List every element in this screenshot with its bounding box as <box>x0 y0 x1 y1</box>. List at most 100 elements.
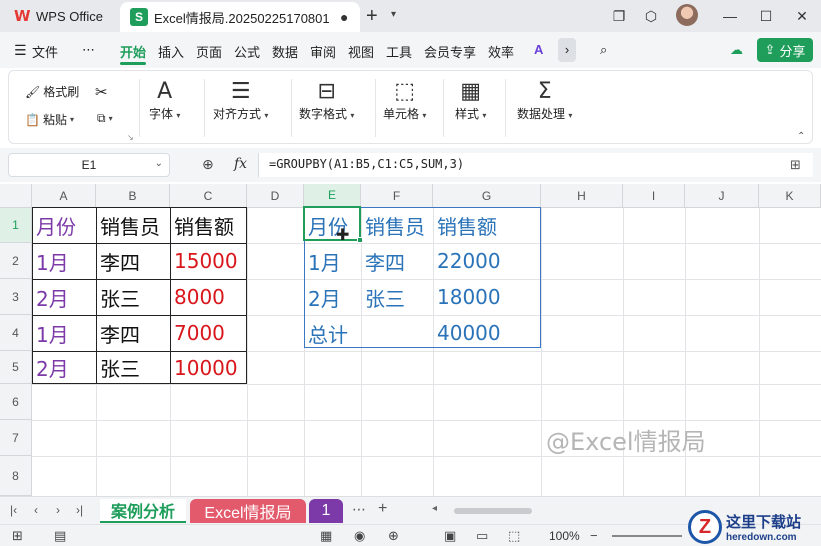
source-cell-amount[interactable]: 10000 <box>171 351 238 384</box>
font-button[interactable]: A 字体 ▾ <box>149 79 180 122</box>
source-cell-seller[interactable]: 李四 <box>97 243 140 279</box>
result-cell-seller[interactable]: 李四 <box>362 243 405 279</box>
number-format-button[interactable]: ⊟ 数字格式 ▾ <box>299 79 354 122</box>
result-cell-seller[interactable]: 张三 <box>362 279 405 315</box>
row-header[interactable]: 4 <box>0 315 32 351</box>
chevron-down-icon[interactable]: ▾ <box>391 9 396 20</box>
worksheet-grid[interactable]: A B C D E F G H I J K 1 2 3 4 5 6 7 8 月份… <box>0 184 821 496</box>
document-tab[interactable]: S Excel情报局.20250225170801 ● <box>120 2 360 32</box>
first-sheet-icon[interactable]: |‹ <box>10 503 17 517</box>
result-cell-amount[interactable]: 18000 <box>434 279 501 315</box>
cloud-sync-icon[interactable]: ☁ <box>730 42 743 58</box>
source-header-month[interactable]: 月份 <box>33 208 76 243</box>
page-layout-icon[interactable]: ▭ <box>476 528 488 544</box>
scroll-left-icon[interactable]: ◂ <box>432 503 437 514</box>
menu-file[interactable]: 文件 <box>32 42 58 61</box>
column-header[interactable]: I <box>623 184 685 208</box>
source-cell-month[interactable]: 2月 <box>33 279 69 315</box>
result-cell-amount[interactable]: 22000 <box>434 243 501 279</box>
menu-view[interactable]: 视图 <box>348 42 374 61</box>
zoom-level[interactable]: 100% <box>549 529 580 543</box>
menu-efficiency[interactable]: 效率 <box>488 42 514 61</box>
result-cell-month[interactable]: 2月 <box>305 279 341 315</box>
normal-view-icon[interactable]: ▣ <box>444 528 456 544</box>
column-header[interactable]: D <box>247 184 304 208</box>
menu-data[interactable]: 数据 <box>272 42 298 61</box>
eye-icon[interactable]: ◉ <box>354 528 365 544</box>
last-sheet-icon[interactable]: ›| <box>76 503 83 517</box>
function-icon[interactable]: fx <box>234 156 247 172</box>
sheet-tab[interactable]: Excel情报局 <box>190 499 306 523</box>
data-process-button[interactable]: Σ 数据处理 ▾ <box>517 79 572 122</box>
column-header[interactable]: B <box>96 184 170 208</box>
search-icon[interactable]: ⌕ <box>600 42 607 58</box>
column-header[interactable]: C <box>170 184 247 208</box>
column-header[interactable]: G <box>433 184 541 208</box>
source-cell-month[interactable]: 1月 <box>33 315 69 351</box>
zoom-slider[interactable] <box>612 535 682 537</box>
source-cell-amount[interactable]: 8000 <box>171 279 225 315</box>
cube-icon[interactable]: ⬡ <box>641 6 661 26</box>
table-icon[interactable]: ▦ <box>320 528 332 544</box>
sheet-tab[interactable]: 1 <box>309 499 343 523</box>
menu-more[interactable]: ⋯ <box>82 42 95 58</box>
menu-page[interactable]: 页面 <box>196 42 222 61</box>
page-break-icon[interactable]: ⬚ <box>508 528 520 544</box>
format-painter-button[interactable]: 🖌 格式刷 <box>25 83 79 100</box>
unsaved-dot-icon[interactable]: ● <box>340 9 348 25</box>
macro-icon[interactable]: ⊞ <box>12 528 23 544</box>
collapse-ribbon-icon[interactable]: ⌃ <box>797 131 805 142</box>
source-cell-amount[interactable]: 7000 <box>171 315 225 351</box>
name-box[interactable]: E1 ⌄ <box>8 153 170 177</box>
source-cell-seller[interactable]: 李四 <box>97 315 140 351</box>
minimize-icon[interactable]: — <box>720 6 740 26</box>
restore-window-icon[interactable]: ❐ <box>609 6 629 26</box>
source-header-seller[interactable]: 销售员 <box>97 208 160 243</box>
zoom-lens-icon[interactable]: ⊕ <box>202 156 214 173</box>
row-header[interactable]: 3 <box>0 279 32 315</box>
row-header[interactable]: 2 <box>0 243 32 279</box>
result-cell-month[interactable]: 1月 <box>305 243 341 279</box>
result-header-seller[interactable]: 销售员 <box>362 208 425 243</box>
freeze-icon[interactable]: ⊕ <box>388 528 399 544</box>
menu-home[interactable]: 开始 <box>120 42 146 61</box>
column-header[interactable]: K <box>759 184 821 208</box>
source-cell-amount[interactable]: 15000 <box>171 243 238 279</box>
source-cell-month[interactable]: 1月 <box>33 243 69 279</box>
ai-icon[interactable]: A <box>534 42 543 57</box>
column-header[interactable]: A <box>32 184 96 208</box>
sheet-tab-active[interactable]: 案例分析 <box>100 499 186 523</box>
hamburger-icon[interactable]: ☰ <box>14 42 27 59</box>
source-cell-seller[interactable]: 张三 <box>97 351 140 384</box>
more-sheets-icon[interactable]: ⋯ <box>352 501 366 518</box>
cut-button[interactable]: ✂ <box>95 83 108 101</box>
column-header[interactable]: F <box>361 184 433 208</box>
avatar[interactable] <box>676 4 698 26</box>
row-header[interactable]: 5 <box>0 351 32 384</box>
menu-review[interactable]: 审阅 <box>310 42 336 61</box>
zoom-out-icon[interactable]: − <box>590 528 598 543</box>
result-cell-seller[interactable] <box>362 315 365 351</box>
document-status-icon[interactable]: ▤ <box>54 528 66 544</box>
app-home-tab[interactable]: W WPS Office <box>6 3 114 29</box>
row-header[interactable]: 1 <box>0 208 32 243</box>
source-cell-seller[interactable]: 张三 <box>97 279 140 315</box>
select-all-corner[interactable] <box>0 184 32 208</box>
result-total-amount[interactable]: 40000 <box>434 315 501 351</box>
style-button[interactable]: ▦ 样式 ▾ <box>455 79 486 122</box>
expand-dialog-icon[interactable]: ↘ <box>127 133 134 142</box>
column-header[interactable]: J <box>685 184 759 208</box>
formula-input[interactable]: =GROUPBY(A1:B5,C1:C5,SUM,3) <box>258 153 813 177</box>
scrollbar-thumb[interactable] <box>454 508 532 514</box>
chevron-right-icon[interactable]: › <box>558 38 576 62</box>
menu-insert[interactable]: 插入 <box>158 42 184 61</box>
column-header[interactable]: H <box>541 184 623 208</box>
cell-button[interactable]: ⬚ 单元格 ▾ <box>383 79 426 122</box>
row-header[interactable]: 7 <box>0 420 32 456</box>
fill-handle[interactable] <box>357 237 363 243</box>
result-total-label[interactable]: 总计 <box>305 315 348 351</box>
result-header-amount[interactable]: 销售额 <box>434 208 497 243</box>
menu-tools[interactable]: 工具 <box>386 42 412 61</box>
paste-button[interactable]: 📋 粘贴 ▾ <box>25 111 74 128</box>
prev-sheet-icon[interactable]: ‹ <box>34 503 38 517</box>
